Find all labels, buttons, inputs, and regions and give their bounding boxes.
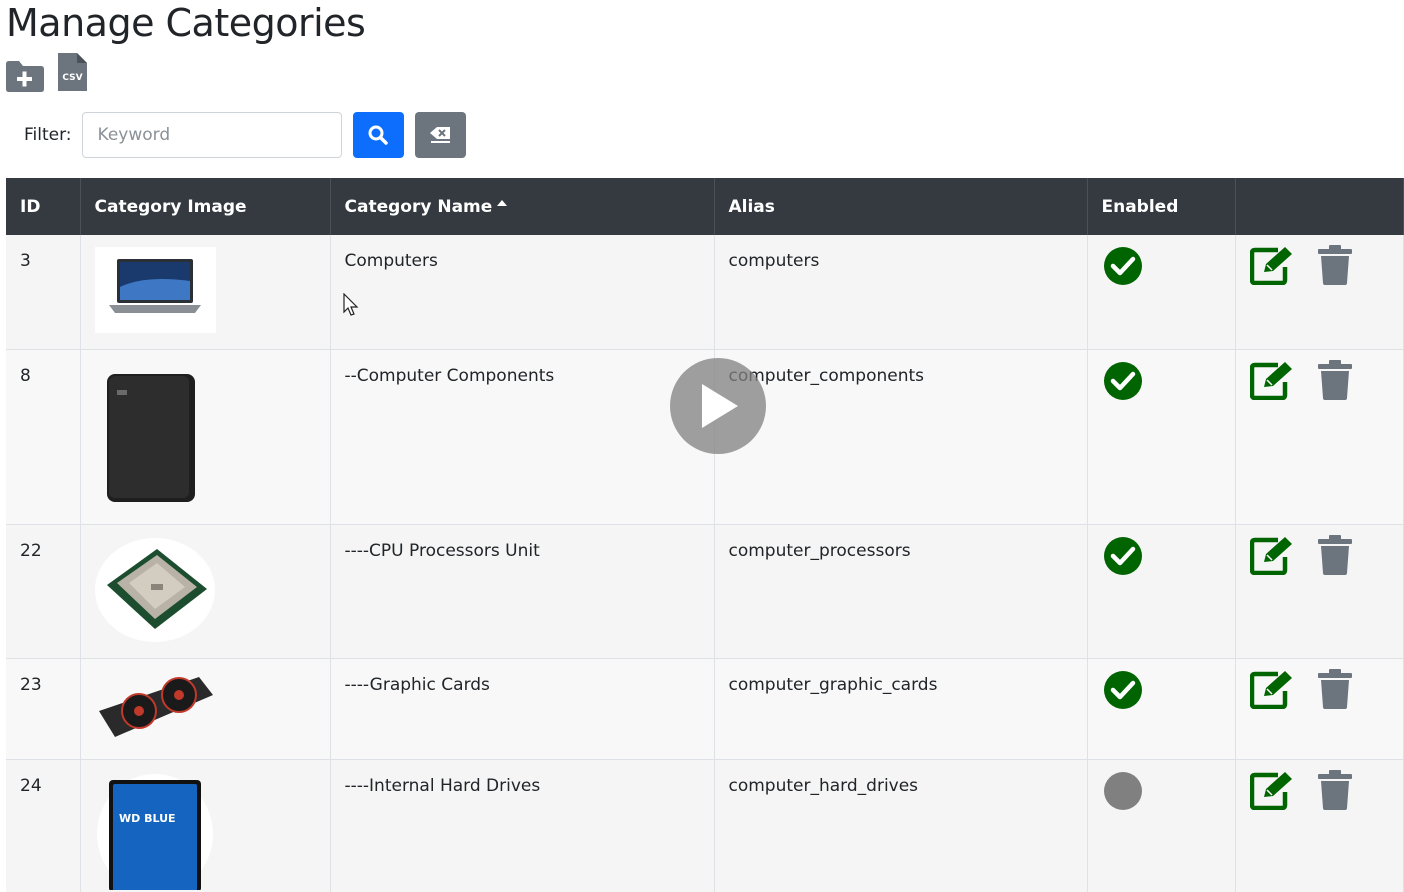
sort-asc-icon	[497, 199, 508, 206]
cell-enabled	[1087, 349, 1236, 525]
cell-actions	[1235, 658, 1404, 760]
cell-name: ----Internal Hard Drives	[330, 759, 715, 892]
edit-icon[interactable]	[1249, 770, 1296, 810]
search-button[interactable]	[352, 112, 404, 158]
cell-alias: computer_hard_drives	[714, 759, 1088, 892]
cell-image: WD BLUE	[80, 759, 331, 892]
trash-icon[interactable]	[1317, 668, 1352, 709]
trash-icon[interactable]	[1317, 245, 1352, 285]
play-icon	[702, 384, 738, 428]
search-icon	[368, 125, 388, 145]
cell-id: 8	[6, 349, 81, 525]
cell-alias: computers	[714, 235, 1088, 350]
edit-icon[interactable]	[1249, 360, 1296, 400]
cell-name: Computers	[330, 235, 715, 350]
cell-alias: computer_components	[714, 349, 1088, 525]
categories-table: ID Category Image Category Name Alias En…	[6, 178, 1404, 892]
cell-alias: computer_graphic_cards	[714, 658, 1088, 760]
trash-icon[interactable]	[1317, 769, 1352, 810]
keyword-input[interactable]	[81, 112, 342, 158]
table-row: 24 WD BLUE ----Internal Hard Drives comp…	[6, 759, 1404, 892]
column-header-actions	[1235, 178, 1404, 235]
row-actions	[1249, 359, 1390, 400]
row-actions	[1249, 534, 1390, 575]
cell-enabled	[1087, 658, 1236, 760]
check-circle-icon[interactable]	[1103, 536, 1142, 575]
column-header-image[interactable]: Category Image	[80, 178, 331, 235]
edit-icon[interactable]	[1249, 669, 1296, 709]
cell-image	[80, 349, 331, 525]
filter-row: Filter:	[24, 112, 466, 158]
cell-actions	[1235, 524, 1404, 659]
check-circle-icon[interactable]	[1103, 670, 1142, 709]
hdd-brand-label: WD BLUE	[119, 812, 176, 825]
laptop-image	[94, 247, 216, 333]
filter-label: Filter:	[24, 125, 72, 145]
external-drive-image	[94, 361, 216, 502]
cell-id: 23	[6, 658, 81, 760]
cpu-chip-image	[94, 537, 215, 642]
cell-enabled	[1087, 524, 1236, 659]
clear-filter-button[interactable]	[414, 112, 466, 158]
table-header-row: ID Category Image Category Name Alias En…	[6, 178, 1404, 235]
trash-icon[interactable]	[1317, 534, 1352, 575]
cell-alias: computer_processors	[714, 524, 1088, 659]
graphics-card-image	[94, 670, 216, 743]
cell-actions	[1235, 759, 1404, 892]
file-csv-icon[interactable]: CSV	[57, 52, 88, 92]
cell-id: 3	[6, 235, 81, 350]
hard-drive-image: WD BLUE	[94, 771, 216, 890]
cell-enabled	[1087, 235, 1236, 350]
cell-image	[80, 658, 331, 760]
column-header-name[interactable]: Category Name	[330, 178, 715, 235]
row-actions	[1249, 769, 1390, 810]
eraser-icon	[430, 127, 451, 143]
cell-enabled	[1087, 759, 1236, 892]
edit-icon[interactable]	[1249, 535, 1296, 575]
cell-name: ----CPU Processors Unit	[330, 524, 715, 659]
table-row: 23 ----Graphic Cards computer_graphic_ca…	[6, 658, 1404, 760]
cell-id: 24	[6, 759, 81, 892]
table-row: 22 ----CPU Processors Unit computer_proc…	[6, 524, 1404, 659]
column-header-alias[interactable]: Alias	[714, 178, 1088, 235]
mouse-cursor-icon	[343, 293, 359, 316]
column-header-id[interactable]: ID	[6, 178, 81, 235]
cell-name: ----Graphic Cards	[330, 658, 715, 760]
table-row: 3 Computers computers	[6, 235, 1404, 350]
video-play-button[interactable]	[670, 358, 766, 454]
cell-name: --Computer Components	[330, 349, 715, 525]
cell-id: 22	[6, 524, 81, 659]
top-actions: CSV	[4, 52, 88, 92]
check-circle-icon[interactable]	[1103, 247, 1142, 285]
check-circle-icon[interactable]	[1103, 361, 1142, 400]
row-actions	[1249, 668, 1390, 709]
row-actions	[1249, 245, 1390, 285]
disabled-circle-icon[interactable]	[1103, 771, 1142, 810]
folder-plus-icon[interactable]	[4, 58, 45, 92]
cell-image	[80, 524, 331, 659]
edit-icon[interactable]	[1249, 245, 1296, 285]
cell-image	[80, 235, 331, 350]
cell-actions	[1235, 235, 1404, 350]
column-header-enabled[interactable]: Enabled	[1087, 178, 1236, 235]
csv-text: CSV	[62, 73, 82, 83]
page-title: Manage Categories	[6, 1, 366, 45]
trash-icon[interactable]	[1317, 359, 1352, 400]
cell-actions	[1235, 349, 1404, 525]
